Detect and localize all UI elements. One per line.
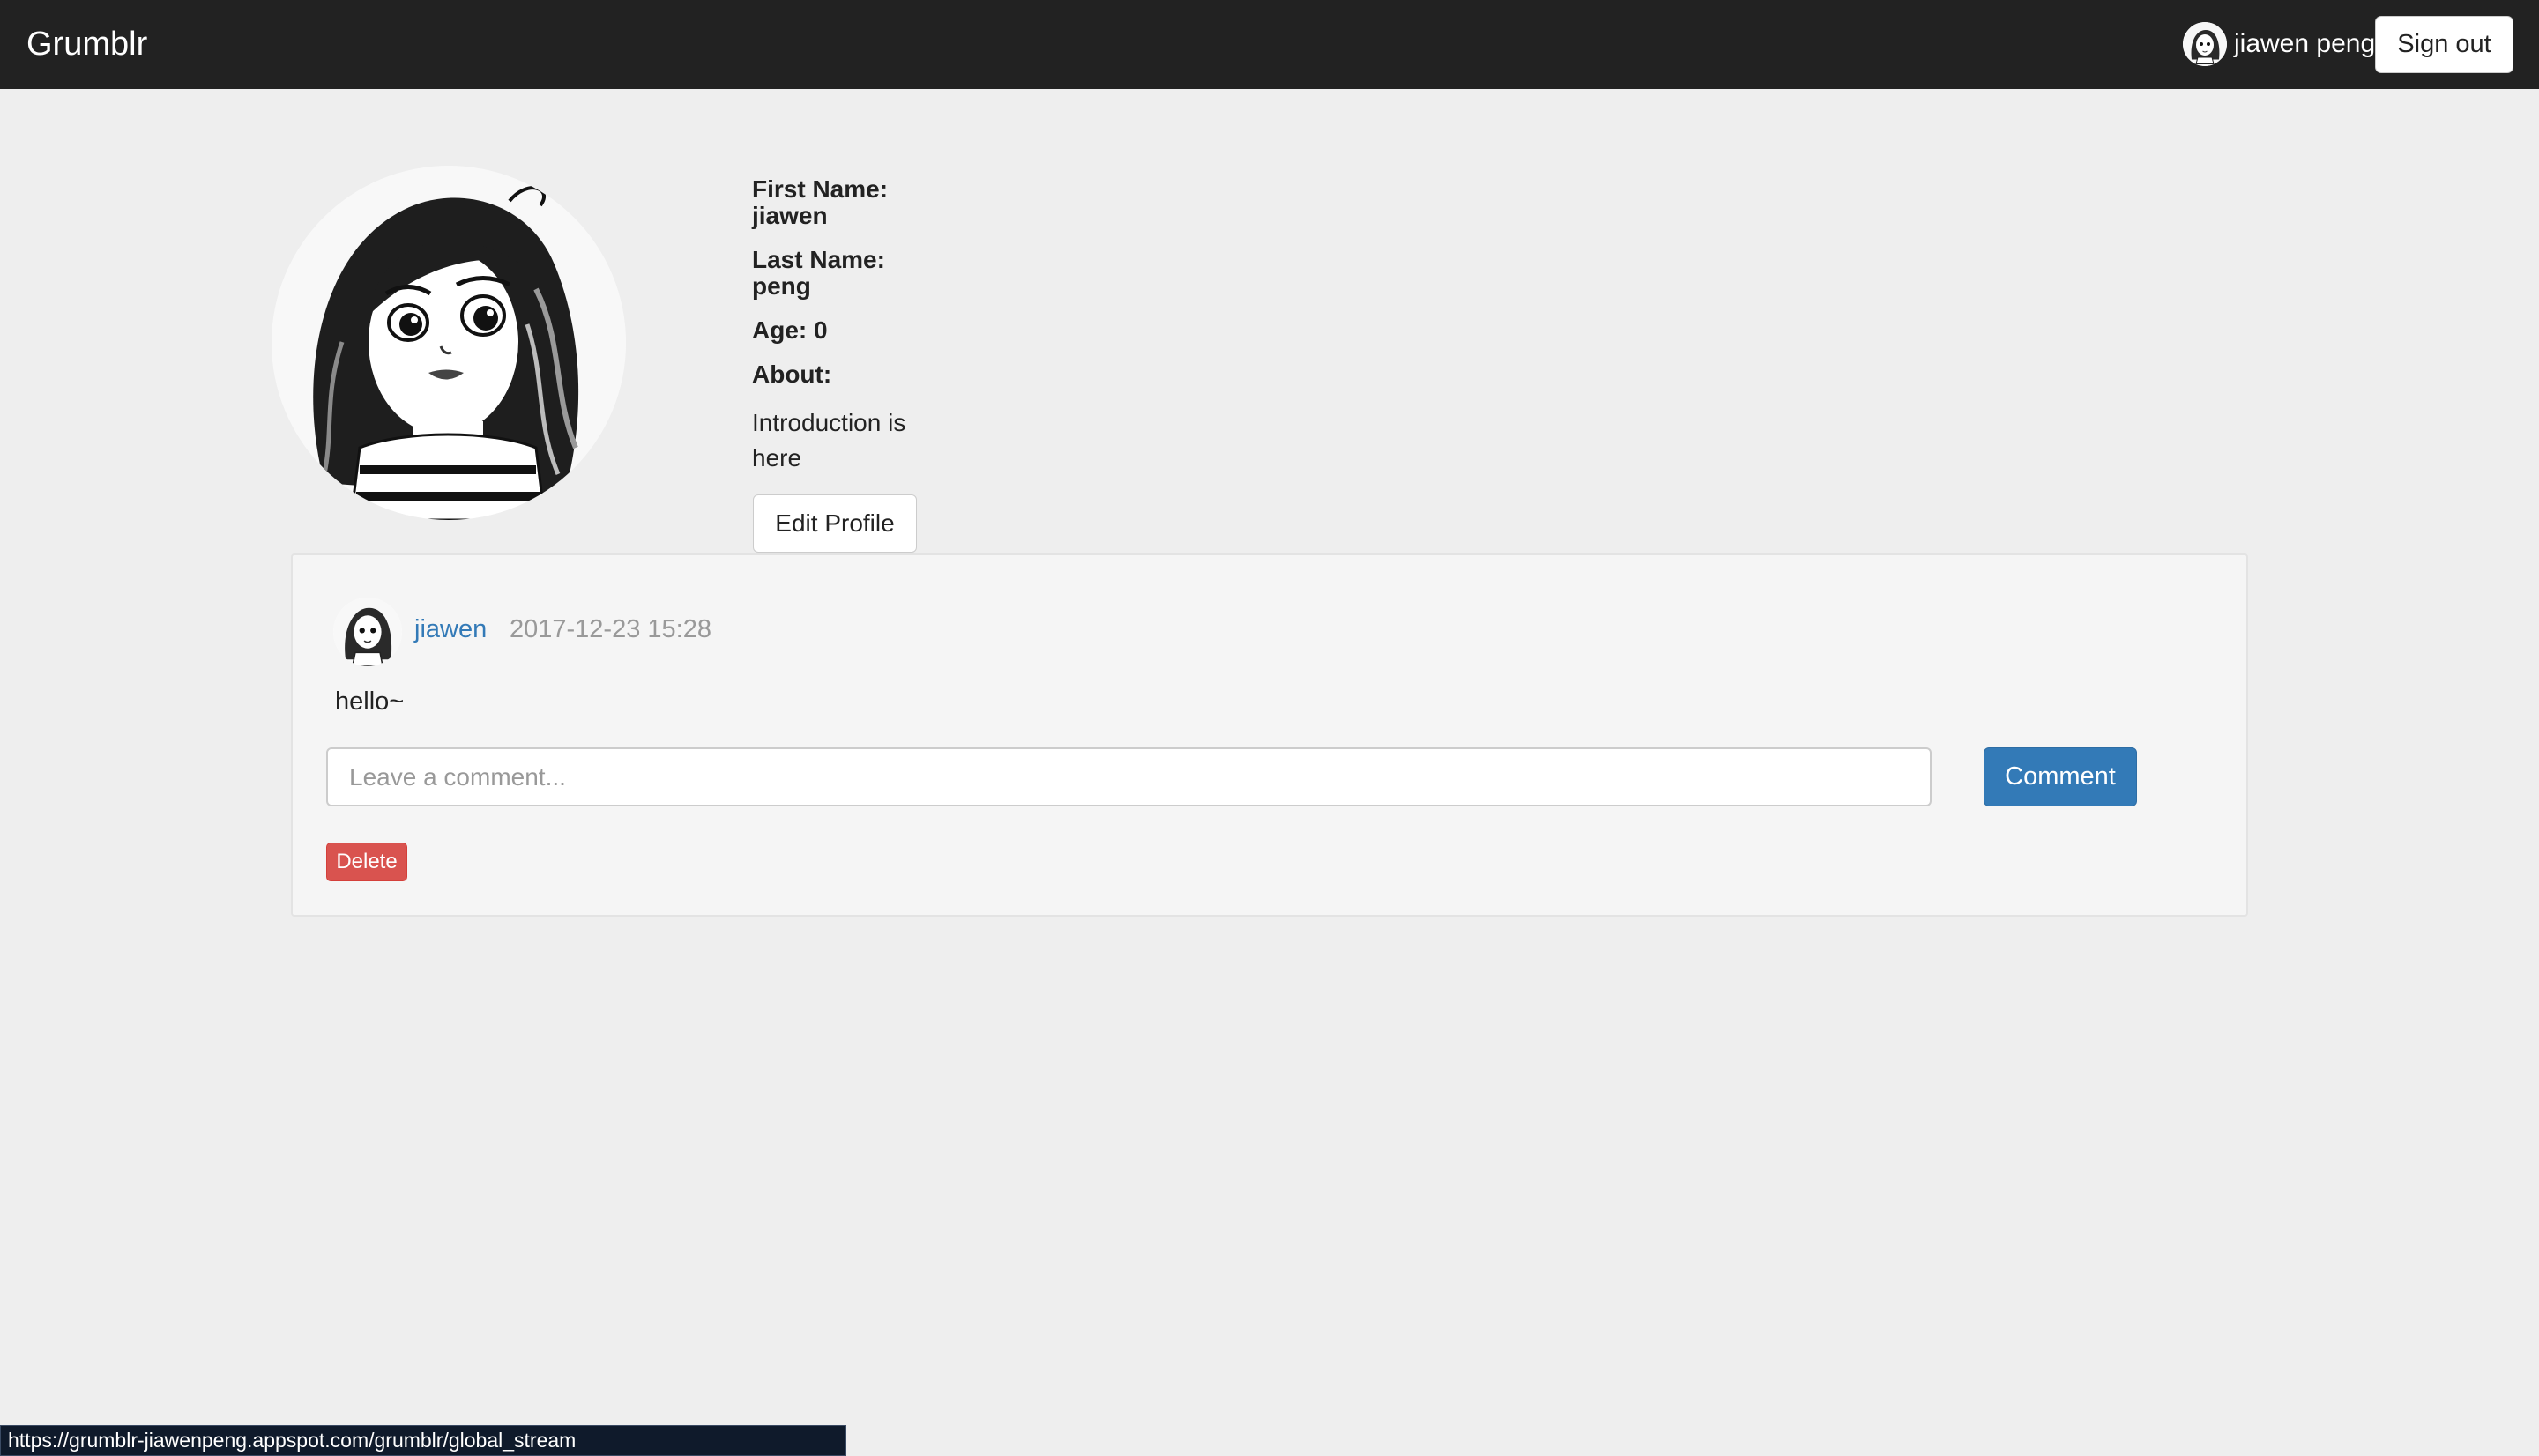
comment-button[interactable]: Comment (1984, 747, 2137, 806)
post-card (291, 553, 2248, 917)
about-text: Introduction is here (752, 409, 906, 472)
first-name-label: First Name: (752, 175, 889, 203)
avatar-illustration-icon (2183, 22, 2227, 66)
nav-user[interactable]: jiawen peng (2183, 21, 2375, 67)
post-body: hello~ (335, 687, 405, 716)
nav-username[interactable]: jiawen peng (2234, 29, 2375, 59)
post-avatar-illustration-icon (333, 598, 402, 666)
first-name-value: jiawen (752, 202, 828, 229)
sign-out-button[interactable]: Sign out (2375, 16, 2513, 73)
delete-post-button[interactable]: Delete (326, 843, 407, 881)
last-name-label: Last Name: (752, 246, 885, 273)
status-bar-url: https://grumblr-jiawenpeng.appspot.com/g… (0, 1425, 846, 1456)
profile-avatar-illustration (272, 166, 626, 520)
age-field: Age: 0 (752, 316, 828, 344)
nav-user-avatar (2183, 22, 2227, 66)
post-author-avatar[interactable] (333, 598, 402, 666)
top-navbar: Grumblr jiawen peng Sign out (0, 0, 2539, 89)
edit-profile-button[interactable]: Edit Profile (753, 494, 917, 553)
about-label: About: (752, 360, 832, 388)
last-name-value: peng (752, 272, 811, 300)
profile-avatar (272, 166, 626, 520)
comment-input[interactable] (326, 747, 1932, 806)
brand-logo[interactable]: Grumblr (26, 23, 147, 65)
post-timestamp: 2017-12-23 15:28 (510, 615, 711, 643)
post-author-link[interactable]: jiawen (414, 615, 487, 644)
